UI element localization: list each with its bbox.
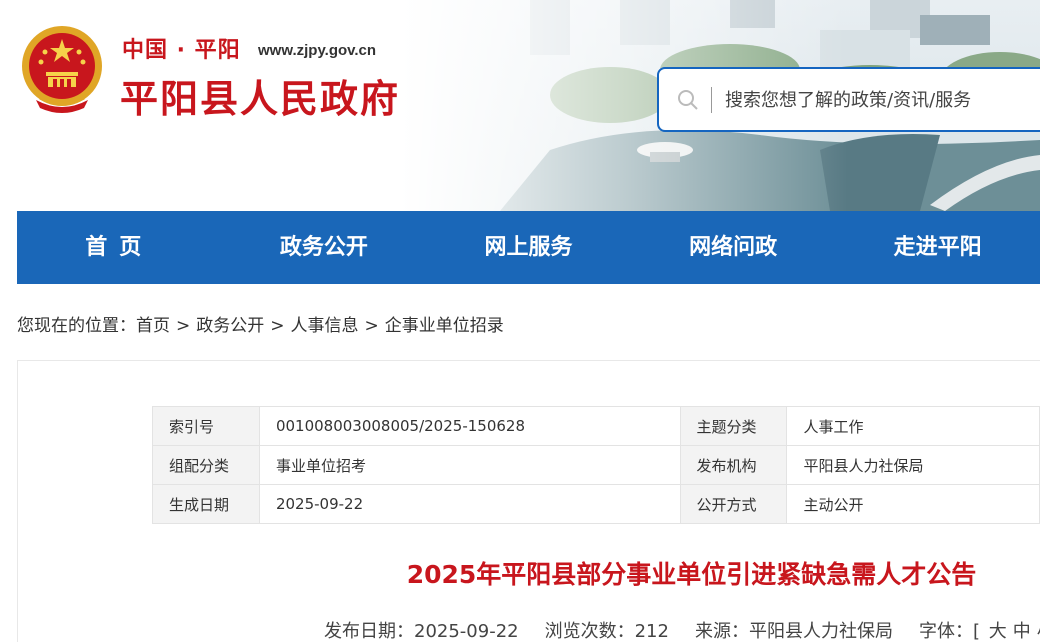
publish-date-info: 发布日期：2025-09-22: [324, 621, 519, 642]
source-info: 来源：平阳县人力社保局: [695, 621, 893, 642]
nav-item-online-services[interactable]: 网上服务: [426, 211, 631, 284]
source-value: 平阳县人力社保局: [748, 621, 893, 642]
table-row: 索引号 001008003008005/2025-150628 主题分类 人事工…: [152, 406, 1040, 446]
meta-value-publisher: 平阳县人力社保局: [786, 445, 1040, 485]
font-size-label: 字体：: [918, 621, 973, 642]
meta-key-index-no: 索引号: [152, 406, 260, 446]
breadcrumb: 您现在的位置：首页 > 政务公开 > 人事信息 > 企事业单位招录: [17, 311, 504, 336]
main-nav: 首页 政务公开 网上服务 网络问政 走进平阳: [17, 211, 1040, 284]
nav-item-government-affairs[interactable]: 政务公开: [222, 211, 427, 284]
national-emblem-icon: [22, 26, 102, 113]
publish-date-value: 2025-09-22: [414, 621, 519, 642]
breadcrumb-item-government-affairs[interactable]: 政务公开: [196, 316, 264, 336]
article-info: 发布日期：2025-09-22 浏览次数：212 来源：平阳县人力社保局 字体：[ 大…: [324, 617, 1040, 642]
views-count: 212: [634, 621, 669, 642]
views-info: 浏览次数：212: [545, 621, 669, 642]
meta-value-category: 事业单位招考: [258, 445, 681, 485]
meta-key-disclosure: 公开方式: [679, 484, 788, 524]
nav-item-home[interactable]: 首页: [17, 211, 222, 284]
article-title: 2025年平阳县部分事业单位引进紧缺急需人才公告: [406, 560, 977, 589]
meta-key-category: 组配分类: [152, 445, 260, 485]
breadcrumb-separator: >: [364, 316, 379, 336]
font-size-large-button[interactable]: 大: [989, 621, 1007, 642]
breadcrumb-prefix: 您现在的位置：: [17, 316, 136, 336]
site-url[interactable]: www.zjpy.gov.cn: [258, 42, 376, 59]
nav-item-about-pingyang[interactable]: 走进平阳: [835, 211, 1040, 284]
breadcrumb-item-recruitment[interactable]: 企事业单位招录: [385, 316, 504, 336]
search-box[interactable]: [657, 67, 1040, 132]
meta-value-topic: 人事工作: [786, 406, 1040, 446]
site-header: 中国 · 平阳 www.zjpy.gov.cn 平阳县人民政府: [0, 0, 1040, 211]
meta-key-topic: 主题分类: [679, 406, 788, 446]
search-icon[interactable]: [677, 89, 699, 111]
breadcrumb-separator: >: [176, 316, 191, 336]
table-row: 组配分类 事业单位招考 发布机构 平阳县人力社保局: [152, 445, 1040, 485]
meta-key-created-date: 生成日期: [152, 484, 260, 524]
views-label: 浏览次数：: [544, 621, 635, 642]
meta-key-publisher: 发布机构: [679, 445, 788, 485]
font-bracket-open: [: [972, 621, 980, 642]
meta-value-index-no: 001008003008005/2025-150628: [258, 406, 681, 446]
breadcrumb-item-personnel-info[interactable]: 人事信息: [291, 316, 359, 336]
font-size-control: 字体：[ 大中小]: [919, 621, 1040, 642]
nav-item-online-inquiry[interactable]: 网络问政: [631, 211, 836, 284]
publish-date-label: 发布日期：: [324, 621, 414, 642]
site-region-label: 中国 · 平阳: [122, 38, 241, 63]
meta-value-disclosure: 主动公开: [786, 484, 1040, 524]
breadcrumb-item-home[interactable]: 首页: [136, 316, 170, 336]
table-row: 生成日期 2025-09-22 公开方式 主动公开: [152, 484, 1040, 524]
search-divider: [711, 87, 712, 113]
font-size-medium-button[interactable]: 中: [1013, 621, 1031, 642]
breadcrumb-separator: >: [270, 316, 285, 336]
document-meta-table: 索引号 001008003008005/2025-150628 主题分类 人事工…: [152, 406, 1040, 524]
site-title[interactable]: 平阳县人民政府: [120, 68, 400, 123]
source-label: 来源：: [694, 621, 749, 642]
search-input[interactable]: [725, 83, 1040, 117]
meta-value-created-date: 2025-09-22: [258, 484, 681, 524]
